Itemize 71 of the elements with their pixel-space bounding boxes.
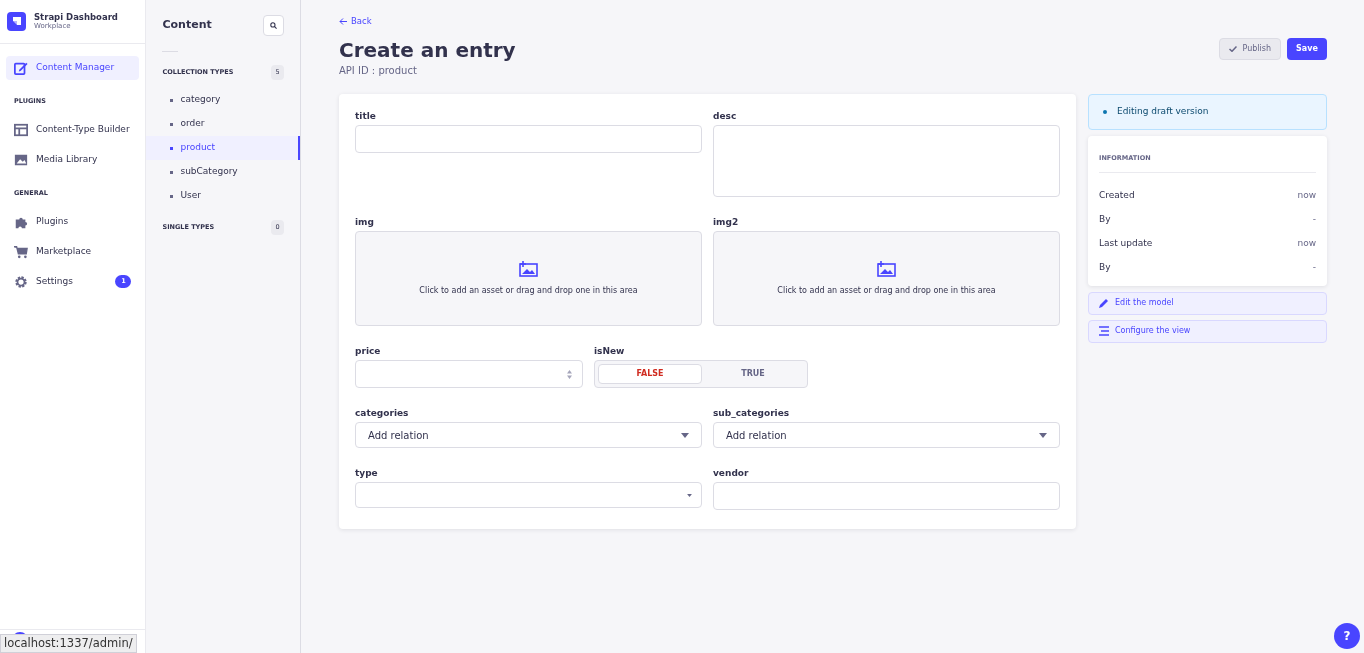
- info-label: By: [1099, 213, 1111, 226]
- nav-item[interactable]: Media Library: [6, 147, 140, 172]
- media-dropzone[interactable]: Click to add an asset or drag and drop one in this area: [355, 231, 702, 326]
- page-title: Create an entry: [339, 37, 516, 63]
- info-label: Created: [1099, 189, 1135, 202]
- save-button[interactable]: Save: [1287, 38, 1327, 60]
- info-label: Last update: [1099, 237, 1153, 250]
- select-field[interactable]: [355, 482, 702, 508]
- field-label: sub_categories: [713, 409, 791, 418]
- caret-icon: [1039, 432, 1047, 438]
- collection-item[interactable]: category: [146, 88, 300, 112]
- toggle-option[interactable]: TRUE: [702, 364, 804, 384]
- number-input[interactable]: [355, 360, 583, 388]
- back-link[interactable]: Back: [339, 15, 1327, 27]
- nav-item[interactable]: Content-Type Builder: [6, 117, 140, 142]
- image-add-icon: [519, 260, 538, 277]
- dropzone-hint: Click to add an asset or drag and drop one in this area: [777, 284, 996, 297]
- image-icon: [14, 152, 28, 167]
- action-link[interactable]: Configure the view: [1088, 319, 1327, 343]
- media-dropzone[interactable]: Click to add an asset or drag and drop one in this area: [713, 231, 1060, 326]
- edit-icon: [14, 61, 28, 75]
- dropzone-hint: Click to add an asset or drag and drop one in this area: [419, 284, 638, 297]
- info-value: -: [1312, 213, 1316, 226]
- textarea-field[interactable]: [713, 125, 1060, 197]
- publish-button[interactable]: Publish: [1219, 38, 1281, 60]
- layout-icon: [14, 122, 28, 137]
- info-value: now: [1297, 189, 1316, 202]
- logo-icon: [7, 12, 26, 31]
- draft-status-banner: Editing draft version: [1088, 94, 1327, 130]
- info-label: By: [1099, 261, 1111, 274]
- caret-icon: [687, 493, 692, 497]
- info-value: -: [1312, 261, 1316, 274]
- status-tooltip: localhost:1337/admin/: [0, 634, 137, 653]
- collection-item[interactable]: product: [146, 136, 300, 160]
- collection-item[interactable]: User: [146, 184, 300, 208]
- pencil-icon: [1099, 298, 1109, 309]
- brand-title: Strapi Dashboard: [34, 11, 118, 23]
- collection-item[interactable]: order: [146, 112, 300, 136]
- settings-icon: [14, 274, 28, 289]
- nav-item[interactable]: Content Manager: [6, 56, 140, 80]
- cart-icon: [14, 244, 28, 259]
- nav-item[interactable]: Marketplace: [6, 239, 140, 264]
- image-add-icon: [877, 260, 896, 277]
- field-label: type: [355, 469, 379, 478]
- toggle-option[interactable]: FALSE: [598, 364, 702, 384]
- list-icon: [1099, 326, 1109, 337]
- field-label: price: [355, 347, 382, 356]
- arrow-left-icon: [339, 17, 347, 25]
- page-subtitle: API ID : product: [339, 64, 418, 78]
- nav-item[interactable]: Plugins: [6, 209, 140, 234]
- field-label: desc: [713, 112, 738, 121]
- stepper-icon: [567, 369, 572, 379]
- field-label: title: [355, 112, 377, 121]
- info-value: now: [1297, 237, 1316, 250]
- caret-icon: [681, 432, 689, 438]
- search-button[interactable]: [263, 15, 284, 36]
- field-label: isNew: [594, 347, 626, 356]
- relation-select[interactable]: Add relation: [355, 422, 702, 448]
- action-link[interactable]: Edit the model: [1088, 291, 1327, 315]
- search-icon: [270, 22, 277, 29]
- help-button[interactable]: ?: [1334, 623, 1360, 649]
- field-label: img2: [713, 218, 740, 227]
- text-input[interactable]: [713, 482, 1060, 510]
- relation-select[interactable]: Add relation: [713, 422, 1060, 448]
- collection-item[interactable]: subCategory: [146, 160, 300, 184]
- text-input[interactable]: [355, 125, 702, 153]
- field-label: vendor: [713, 469, 750, 478]
- field-label: categories: [355, 409, 410, 418]
- panel-title: Content: [162, 17, 212, 34]
- check-icon: [1229, 46, 1238, 52]
- field-label: img: [355, 218, 375, 227]
